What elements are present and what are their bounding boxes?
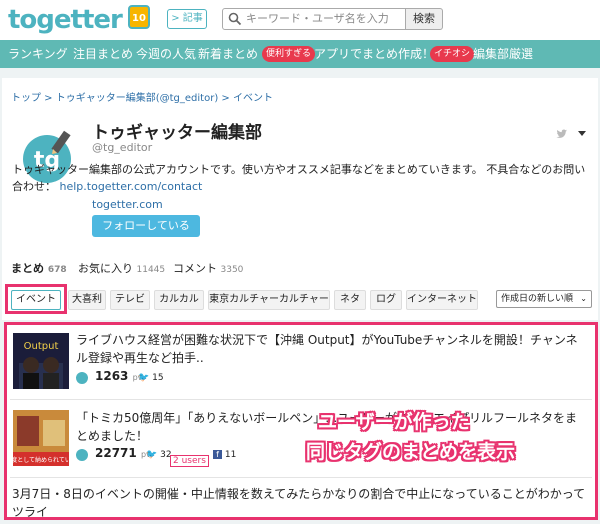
tag-log[interactable]: ログ: [370, 290, 402, 310]
chevron-down-icon: ⌄: [580, 294, 587, 303]
user-avatar-icon: [76, 372, 88, 384]
nav-weekly-popular[interactable]: 今週の人気: [136, 40, 196, 68]
sort-select[interactable]: 作成日の新しい順 ⌄: [496, 290, 592, 308]
tab-matome-count: 678: [47, 265, 67, 275]
item-tweets: 🐦 15: [138, 373, 164, 383]
item-divider: [10, 399, 592, 400]
breadcrumb[interactable]: トップ > トゥギャッター編集部(@tg_editor) > イベント: [11, 89, 273, 104]
nav-editor-picks[interactable]: 編集部厳選: [473, 40, 533, 68]
item-tweet-count: 15: [152, 373, 164, 383]
tab-comments-count: 3350: [220, 265, 244, 275]
tag-tv[interactable]: テレビ: [110, 290, 150, 310]
twitter-icon[interactable]: [556, 128, 568, 140]
users-badge-text: 2 users: [170, 455, 209, 467]
item-pv: 1263 pv: [95, 369, 143, 383]
tag-neta[interactable]: ネタ: [334, 290, 366, 310]
tag-internet[interactable]: インターネット: [406, 290, 478, 310]
item-thumbnail[interactable]: 年度として納められていく: [13, 410, 69, 466]
nav-app-promo[interactable]: アプリでまとめ作成！: [314, 40, 434, 68]
twitter-icon: 🐦: [138, 373, 150, 383]
item-pv-count: 22771: [95, 446, 137, 460]
tab-favorites-label: お気に入り: [78, 262, 133, 275]
item-tweets: 🐦 32: [146, 450, 172, 460]
tab-comments-label: コメント: [173, 262, 217, 275]
contact-link[interactable]: help.togetter.com/contact: [60, 180, 203, 193]
profile-description: トゥギャッター編集部の公式アカウントです。使い方やオススメ記事などをまとめていき…: [12, 161, 592, 195]
annotation-line-2: 同じタグのまとめを表示: [306, 441, 516, 463]
item-facebook: f 11: [213, 450, 236, 460]
profile-handle: @tg_editor: [92, 141, 153, 154]
tab-matome[interactable]: まとめ 678: [11, 260, 67, 276]
tab-matome-label: まとめ: [11, 262, 44, 275]
article-button[interactable]: > 記事: [167, 9, 207, 29]
tag-tokyo-culture[interactable]: 東京カルチャーカルチャー: [208, 290, 330, 310]
twitter-icon: 🐦: [146, 450, 158, 460]
tab-favorites[interactable]: お気に入り 11445: [78, 260, 165, 276]
search-input[interactable]: キーワード・ユーザ名を入力: [246, 8, 404, 30]
svg-text:年度として納められていく: 年度として納められていく: [13, 456, 69, 464]
facebook-icon: f: [213, 450, 222, 459]
item-title[interactable]: ライブハウス経営が困難な状況下で【沖縄 Output】がYouTubeチャンネル…: [76, 331, 588, 367]
item-divider: [10, 477, 592, 478]
togetter-logo[interactable]: togetter: [8, 6, 123, 34]
profile-name: トゥギャッター編集部: [92, 123, 262, 143]
item-pv: 22771 pv: [95, 446, 151, 460]
user-avatar-icon: [76, 449, 88, 461]
tag-event[interactable]: イベント: [11, 290, 61, 310]
follow-button[interactable]: フォローしている: [92, 215, 200, 237]
sort-select-value: 作成日の新しい順: [501, 294, 574, 304]
item-title[interactable]: 3月7日・8日のイベントの開催・中止情報を数えてみたらかなりの割合で中止になって…: [12, 485, 588, 521]
tab-comments[interactable]: コメント 3350: [173, 260, 243, 276]
nav-featured[interactable]: 注目まとめ: [73, 40, 133, 68]
item-facebook-count: 11: [224, 450, 237, 460]
annotation-line-1: ユーザーが作った: [318, 411, 470, 433]
tag-ogiri[interactable]: 大喜利: [68, 290, 106, 310]
chevron-down-icon[interactable]: [577, 128, 587, 138]
nav-ranking[interactable]: ランキング: [8, 40, 68, 68]
svg-text:Output: Output: [24, 341, 59, 352]
tag-karukaru[interactable]: カルカル: [154, 290, 204, 310]
promo-badge: 便利すぎる: [262, 46, 316, 62]
item-pv-count: 1263: [95, 369, 129, 383]
pick-badge: イチオシ: [430, 46, 475, 62]
profile-site-link[interactable]: togetter.com: [92, 198, 163, 211]
search-button[interactable]: 検索: [405, 8, 443, 30]
search-icon: [228, 12, 242, 26]
users-badge: 2 users: [170, 448, 209, 467]
anniversary-badge: 10: [128, 5, 150, 29]
tab-favorites-count: 11445: [136, 265, 166, 275]
nav-new[interactable]: 新着まとめ: [198, 40, 258, 68]
item-thumbnail[interactable]: Output: [13, 333, 69, 389]
